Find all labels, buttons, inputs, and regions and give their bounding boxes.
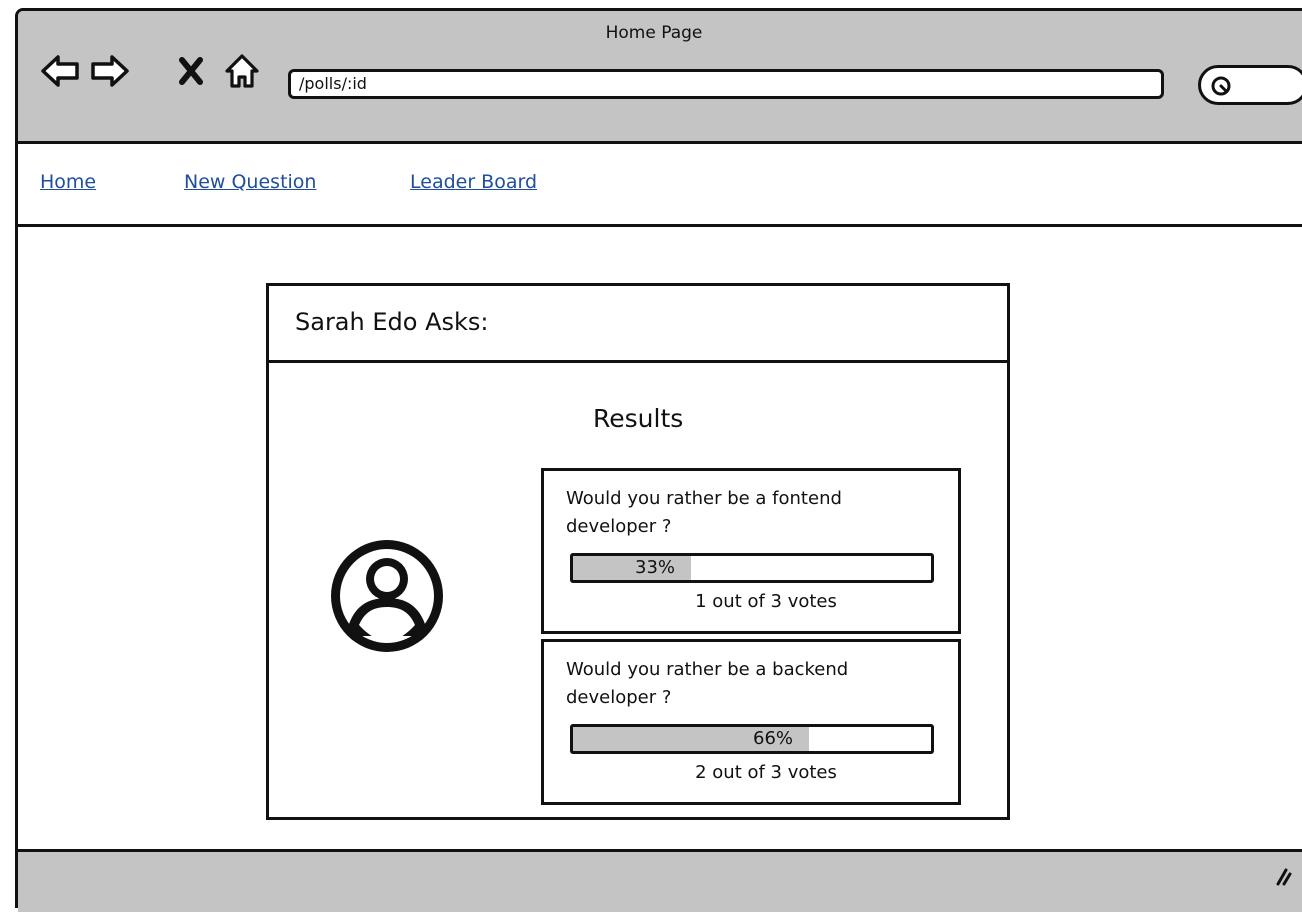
- window-title: Home Page: [605, 23, 703, 43]
- close-icon: [179, 57, 203, 85]
- home-button[interactable]: [222, 51, 262, 91]
- stop-button[interactable]: [176, 51, 206, 91]
- vote-percent-label: 66%: [753, 728, 794, 749]
- poll-option-result: Would you rather be a backend developer …: [541, 639, 961, 805]
- address-bar[interactable]: /polls/:id: [288, 69, 1164, 99]
- search-icon: [1211, 76, 1231, 96]
- top-nav: Home New Question Leader Board: [18, 144, 1302, 227]
- poll-card-header: Sarah Edo Asks:: [269, 286, 1007, 363]
- browser-toolbar: Home Page /polls/:id: [18, 11, 1302, 144]
- vote-progress-bar: 66%: [570, 724, 934, 754]
- back-arrow-icon: [41, 55, 79, 87]
- nav-link-leader-board[interactable]: Leader Board: [410, 171, 537, 193]
- nav-link-new-question[interactable]: New Question: [184, 171, 316, 193]
- poll-option-result: Would you rather be a fontend developer …: [541, 468, 961, 634]
- poll-author-heading: Sarah Edo Asks:: [295, 308, 489, 336]
- home-icon: [225, 54, 259, 88]
- results-title: Results: [593, 404, 684, 433]
- vote-count: 1 out of 3 votes: [695, 591, 837, 612]
- nav-link-home[interactable]: Home: [40, 171, 96, 193]
- search-box[interactable]: [1198, 65, 1302, 105]
- vote-percent-label: 33%: [635, 557, 676, 578]
- option-text: Would you rather be a backend developer …: [566, 659, 849, 708]
- vote-progress-bar: 33%: [570, 553, 934, 583]
- poll-card: Sarah Edo Asks: Results Would you rather…: [266, 283, 1010, 820]
- forward-button[interactable]: [88, 51, 132, 91]
- forward-arrow-icon: [91, 55, 129, 87]
- avatar-icon: [331, 540, 443, 652]
- resize-grip-icon[interactable]: [1276, 866, 1292, 886]
- status-bar: [18, 849, 1302, 912]
- back-button[interactable]: [38, 51, 82, 91]
- option-text: Would you rather be a fontend developer …: [566, 488, 842, 537]
- vote-count: 2 out of 3 votes: [695, 762, 837, 783]
